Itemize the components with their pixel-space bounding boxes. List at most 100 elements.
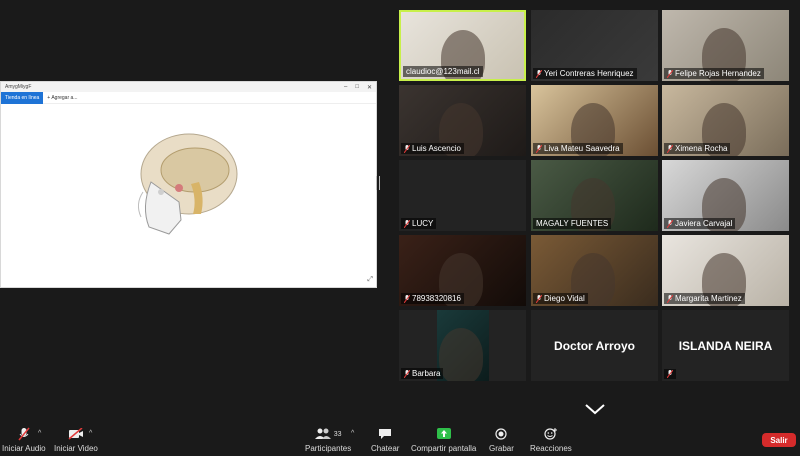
microphone-muted-icon — [404, 219, 410, 228]
start-video-label: Iniciar Video — [54, 444, 98, 453]
microphone-muted-icon — [404, 294, 410, 303]
participant-tile[interactable]: Barbara — [399, 310, 526, 381]
reactions-button[interactable]: Reacciones — [530, 427, 572, 453]
meeting-controls: Iniciar Audio ^ Iniciar Video ^ 33 Parti… — [0, 424, 800, 456]
shared-window-title: AmygMiygF — [5, 84, 32, 90]
participant-tile[interactable]: Yeri Contreras Henriquez — [531, 10, 658, 81]
camera-off-icon — [68, 428, 83, 440]
people-icon — [314, 428, 331, 439]
video-options-caret[interactable]: ^ — [89, 430, 92, 437]
participant-name: Felipe Rojas Hernandez — [675, 69, 761, 78]
participant-tile[interactable]: 78938320816 — [399, 235, 526, 306]
record-button[interactable]: Grabar — [489, 427, 514, 453]
microphone-muted-icon — [536, 294, 542, 303]
participants-label: Participantes — [305, 444, 352, 453]
participant-name: claudioc@123mail.cl — [406, 67, 480, 76]
heart-icon: ♡ — [27, 106, 43, 123]
participant-tile[interactable]: claudioc@123mail.cl — [399, 10, 526, 81]
shared-tab: Tienda en línea — [1, 91, 44, 104]
participant-name-label: Margarita Martinez — [664, 293, 745, 304]
participant-name-large: Doctor Arroyo — [554, 338, 635, 353]
microphone-muted-icon — [404, 144, 410, 153]
participant-name: LUCY — [412, 219, 434, 228]
participants-count: 33 — [333, 430, 342, 438]
participant-name-label: claudioc@123mail.cl — [403, 66, 483, 77]
microphone-muted-icon — [536, 144, 542, 153]
chat-label: Chatear — [371, 444, 400, 453]
participant-name-large: ISLANDA NEIRA — [678, 338, 773, 353]
shared-screen[interactable]: AmygMiygF – □ ✕ Tienda en línea + Agrega… — [0, 81, 377, 288]
participant-name: Barbara — [412, 369, 441, 378]
participant-name: 78938320816 — [412, 294, 461, 303]
chat-button[interactable]: Chatear — [371, 427, 399, 453]
microphone-muted-icon — [667, 144, 673, 153]
shared-view-tools: ⌕ ▯ ♡ ↻ ⌗ — [1, 104, 376, 124]
participant-name-label — [664, 369, 676, 379]
microphone-muted-icon — [667, 370, 673, 378]
minimize-icon: – — [344, 83, 348, 90]
participant-tile[interactable]: Felipe Rojas Hernandez — [662, 10, 789, 81]
record-label: Grabar — [489, 444, 514, 453]
shared-app-toolbar: Tienda en línea + Agregar a... — [1, 91, 376, 104]
participant-name-label: Yeri Contreras Henriquez — [533, 68, 637, 79]
participant-tile[interactable]: Margarita Martinez — [662, 235, 789, 306]
split-view-handle[interactable] — [376, 176, 380, 190]
zoom-icon: ⌕ — [1, 106, 10, 123]
participant-name: Luis Ascencio — [412, 144, 461, 153]
crop-icon: ⌗ — [64, 106, 74, 123]
participant-name: Margarita Martinez — [675, 294, 742, 303]
participant-name-label: Felipe Rojas Hernandez — [664, 68, 764, 79]
microphone-muted-icon — [536, 69, 542, 78]
microphone-muted-icon — [667, 294, 673, 303]
participant-tile[interactable]: MAGALY FUENTES — [531, 160, 658, 231]
participants-icon: 33 — [314, 427, 342, 441]
participant-name-label: Ximena Rocha — [664, 143, 731, 154]
share-screen-icon — [436, 428, 451, 439]
participants-options-caret[interactable]: ^ — [351, 430, 354, 437]
participant-name-label: MAGALY FUENTES — [533, 218, 612, 229]
participant-name: Javiera Carvajal — [675, 219, 733, 228]
participant-tile[interactable]: Diego Vidal — [531, 235, 658, 306]
participant-name: Diego Vidal — [544, 294, 585, 303]
leave-button[interactable]: Salir — [762, 433, 796, 447]
microphone-muted-icon — [667, 219, 673, 228]
participant-tile[interactable]: Luis Ascencio — [399, 85, 526, 156]
trash-icon: ▯ — [14, 106, 24, 123]
start-audio-label: Iniciar Audio — [2, 444, 46, 453]
share-screen-button[interactable]: Compartir pantalla — [411, 427, 476, 453]
participant-name: Liva Mateu Saavedra — [544, 144, 620, 153]
maximize-icon: □ — [355, 83, 359, 90]
participant-tile[interactable]: Doctor Arroyo — [531, 310, 658, 381]
participant-tile[interactable]: ISLANDA NEIRA — [662, 310, 789, 381]
participant-tile[interactable]: Liva Mateu Saavedra — [531, 85, 658, 156]
participant-name-label: Diego Vidal — [533, 293, 588, 304]
meeting-window: AmygMiygF – □ ✕ Tienda en línea + Agrega… — [0, 0, 800, 456]
shared-add-label: + Agregar a... — [47, 94, 78, 101]
participant-name-label: Barbara — [401, 368, 444, 379]
participant-name-label: 78938320816 — [401, 293, 464, 304]
close-icon: ✕ — [366, 84, 372, 91]
microphone-muted-icon — [667, 69, 673, 78]
participant-tile[interactable]: Ximena Rocha — [662, 85, 789, 156]
participant-name-label: LUCY — [401, 218, 437, 229]
participant-tile[interactable]: Javiera Carvajal — [662, 160, 789, 231]
participants-button[interactable]: 33 Participantes — [305, 427, 351, 453]
reactions-label: Reacciones — [530, 444, 572, 453]
record-icon — [495, 428, 508, 440]
smiley-plus-icon — [544, 428, 557, 440]
participant-silhouette — [439, 328, 483, 381]
microphone-muted-icon — [404, 369, 410, 378]
participant-name: Yeri Contreras Henriquez — [544, 69, 634, 78]
share-screen-label: Compartir pantalla — [411, 444, 477, 453]
microphone-muted-icon — [18, 427, 30, 441]
chevron-down-icon[interactable] — [584, 403, 606, 415]
audio-options-caret[interactable]: ^ — [38, 430, 41, 437]
participant-name: MAGALY FUENTES — [536, 219, 609, 228]
rotate-icon: ↻ — [46, 106, 60, 123]
participant-name-label: Liva Mateu Saavedra — [533, 143, 623, 154]
participant-tile[interactable]: LUCY — [399, 160, 526, 231]
expand-icon[interactable]: ⤢ — [367, 276, 373, 284]
shared-window-titlebar: AmygMiygF – □ ✕ — [1, 82, 376, 92]
edit-create-label: Editar y crear — [1, 126, 97, 143]
participant-name-label: Luis Ascencio — [401, 143, 464, 154]
